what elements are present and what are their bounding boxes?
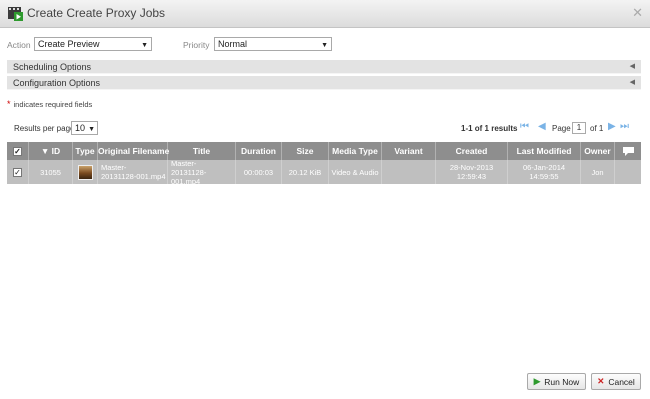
priority-select-value: Normal: [218, 39, 248, 49]
column-header-original-filename[interactable]: Original Filename: [98, 142, 169, 160]
page-label: Page: [552, 124, 571, 133]
column-header-owner[interactable]: Owner: [581, 142, 615, 160]
run-now-button[interactable]: ▶ Run Now: [527, 373, 586, 390]
close-icon[interactable]: ✕: [632, 5, 643, 21]
cell-duration: 00:00:03: [236, 160, 282, 184]
sort-arrow-icon: ▼: [40, 146, 52, 156]
row-checkbox[interactable]: ✓: [13, 167, 22, 177]
required-star-icon: *: [7, 99, 11, 109]
row-checkbox-cell: ✓: [7, 160, 29, 184]
page-of-text: of 1: [590, 124, 604, 133]
required-note: * indicates required fields: [7, 99, 92, 109]
cell-last-modified: 06-Jan-2014 14:59:55: [508, 160, 581, 184]
cell-original-filename: Master- 20131128-001.mp4: [98, 160, 168, 184]
cell-variant: [382, 160, 436, 184]
scheduling-options-label: Scheduling Options: [13, 62, 92, 72]
column-header-variant[interactable]: Variant: [382, 142, 436, 160]
chevron-down-icon: ▼: [321, 42, 328, 49]
cell-media-type: Video & Audio: [329, 160, 382, 184]
collapse-arrow-icon: ◀: [629, 79, 635, 86]
column-header-last-modified[interactable]: Last Modified: [508, 142, 581, 160]
action-label: Action: [7, 40, 31, 50]
comment-column-header[interactable]: [615, 142, 641, 160]
cell-title: Master- 20131128-001.mp4: [168, 159, 236, 186]
video-thumbnail: [77, 164, 93, 180]
cancel-button[interactable]: ✕ Cancel: [591, 373, 641, 390]
results-per-page-value: 10: [75, 123, 86, 133]
results-range: 1-1 of 1 results: [461, 124, 518, 133]
cell-size: 20.12 KiB: [282, 160, 329, 184]
column-header-created[interactable]: Created: [436, 142, 508, 160]
select-all-checkbox[interactable]: ✓: [13, 146, 22, 156]
priority-label: Priority: [183, 40, 210, 50]
results-per-page-select[interactable]: 10 ▼: [71, 121, 98, 135]
collapse-arrow-icon: ◀: [629, 63, 635, 70]
page-number-input[interactable]: 1: [572, 122, 586, 134]
column-header-id[interactable]: ▼ ID: [29, 142, 73, 160]
cell-created: 28-Nov-2013 12:59:43: [436, 160, 508, 184]
dialog-title: Create Create Proxy Jobs: [27, 6, 166, 20]
previous-page-icon[interactable]: ◀: [538, 121, 546, 132]
column-header-title[interactable]: Title: [168, 142, 236, 160]
cell-comment: [615, 160, 641, 184]
last-page-icon[interactable]: ⏭: [620, 121, 629, 132]
column-header-duration[interactable]: Duration: [236, 142, 282, 160]
cancel-label: Cancel: [608, 376, 635, 387]
configuration-options-panel[interactable]: Configuration Options ◀: [7, 76, 641, 90]
configuration-options-label: Configuration Options: [13, 78, 101, 88]
table-row[interactable]: ✓ 31055 Master- 20131128-001.mp4 Master-…: [7, 159, 641, 186]
app-icon: [8, 7, 23, 21]
action-select[interactable]: Create Preview ▼: [34, 37, 152, 51]
cell-id: 31055: [29, 160, 73, 184]
run-now-label: Run Now: [544, 376, 580, 387]
table-header: ✓ ▼ ID Type Original Filename Title Dura…: [7, 142, 641, 160]
chevron-down-icon: ▼: [88, 126, 95, 133]
priority-select[interactable]: Normal ▼: [214, 37, 332, 51]
comment-icon: [622, 146, 634, 156]
required-note-text: indicates required fields: [13, 100, 93, 109]
results-per-page-label: Results per page: [14, 124, 75, 133]
cell-type: [73, 160, 98, 184]
next-page-icon[interactable]: ▶: [608, 121, 616, 132]
first-page-icon[interactable]: ⏮: [520, 121, 529, 132]
title-bar: Create Create Proxy Jobs ✕: [0, 0, 650, 28]
cell-owner: Jon: [581, 160, 615, 184]
column-header-type[interactable]: Type: [73, 142, 98, 160]
chevron-down-icon: ▼: [141, 42, 148, 49]
select-all-cell: ✓: [7, 142, 29, 160]
action-select-value: Create Preview: [38, 39, 100, 49]
cancel-icon: ✕: [597, 376, 605, 386]
scheduling-options-panel[interactable]: Scheduling Options ◀: [7, 60, 641, 74]
column-header-size[interactable]: Size: [282, 142, 329, 160]
run-icon: ▶: [533, 376, 541, 386]
column-header-media-type[interactable]: Media Type: [329, 142, 382, 160]
